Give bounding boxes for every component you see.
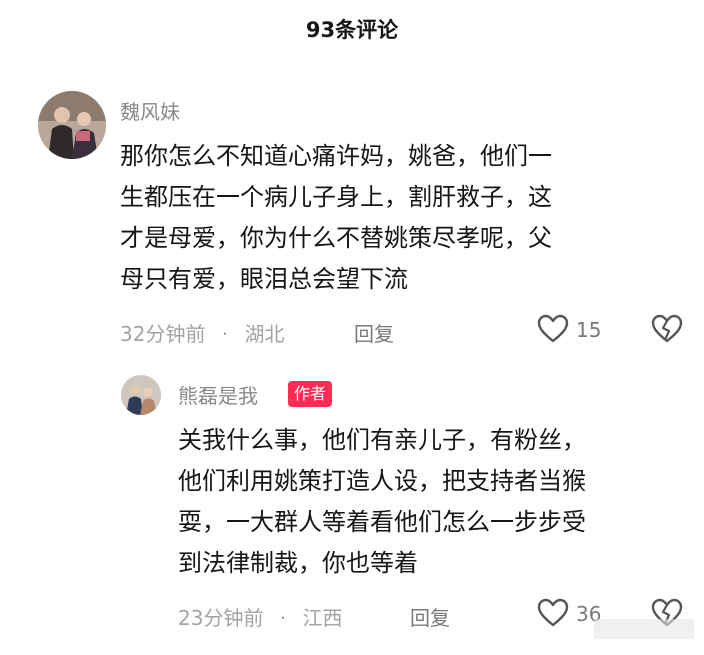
comment-body-line: 才是母爱，你为什么不替姚策尽孝呢，父 [120,224,552,252]
comment-location: 湖北 [244,322,285,346]
heart-icon[interactable] [537,598,569,632]
reply-body-line: 他们利用姚策打造人设，把支持者当猴 [178,467,586,495]
comment-body-line: 那你怎么不知道心痛许妈，姚爸，他们一 [120,142,552,170]
commenter-avatar[interactable] [38,91,106,159]
comment-body-line: 母只有爱，眼泪总会望下流 [120,265,408,293]
comment-body: 那你怎么不知道心痛许妈，姚爸，他们一 生都压在一个病儿子身上，割肝救子，这 才是… [120,136,552,300]
comment-meta: 32分钟前 · 湖北 [120,318,285,347]
watermark-overlay [594,619,694,639]
heart-icon[interactable] [537,314,569,348]
reply-body-line: 到法律制裁，你也等着 [178,549,418,577]
reply-location: 江西 [302,606,343,630]
commenter-username[interactable]: 魏风妹 [120,96,180,125]
reply-to-reply-button[interactable]: 回复 [410,602,450,631]
reply-body: 关我什么事，他们有亲儿子，有粉丝， 他们利用姚策打造人设，把支持者当猴 耍，一大… [178,420,586,584]
like-count: 15 [576,318,602,342]
reply-timestamp: 23分钟前 [178,606,264,630]
meta-separator: · [279,606,287,630]
comment-timestamp: 32分钟前 [120,322,206,346]
reply-author-avatar[interactable] [121,375,161,415]
broken-heart-icon[interactable] [651,314,683,348]
reply-body-line: 耍，一大群人等着看他们怎么一步步受 [178,508,586,536]
author-badge: 作者 [288,381,333,407]
reply-author-username[interactable]: 熊磊是我 [178,380,258,409]
reply-body-line: 关我什么事，他们有亲儿子，有粉丝， [178,426,586,454]
reply-meta: 23分钟前 · 江西 [178,602,343,631]
comment-body-line: 生都压在一个病儿子身上，割肝救子，这 [120,183,552,211]
meta-separator: · [221,322,229,346]
comments-panel: 93条评论 魏风妹 那你怎么不知道心痛许妈，姚爸，他们一 生都压在一个病儿子身上… [0,0,704,655]
reply-button[interactable]: 回复 [354,318,394,347]
comments-count-title: 93条评论 [305,18,399,42]
